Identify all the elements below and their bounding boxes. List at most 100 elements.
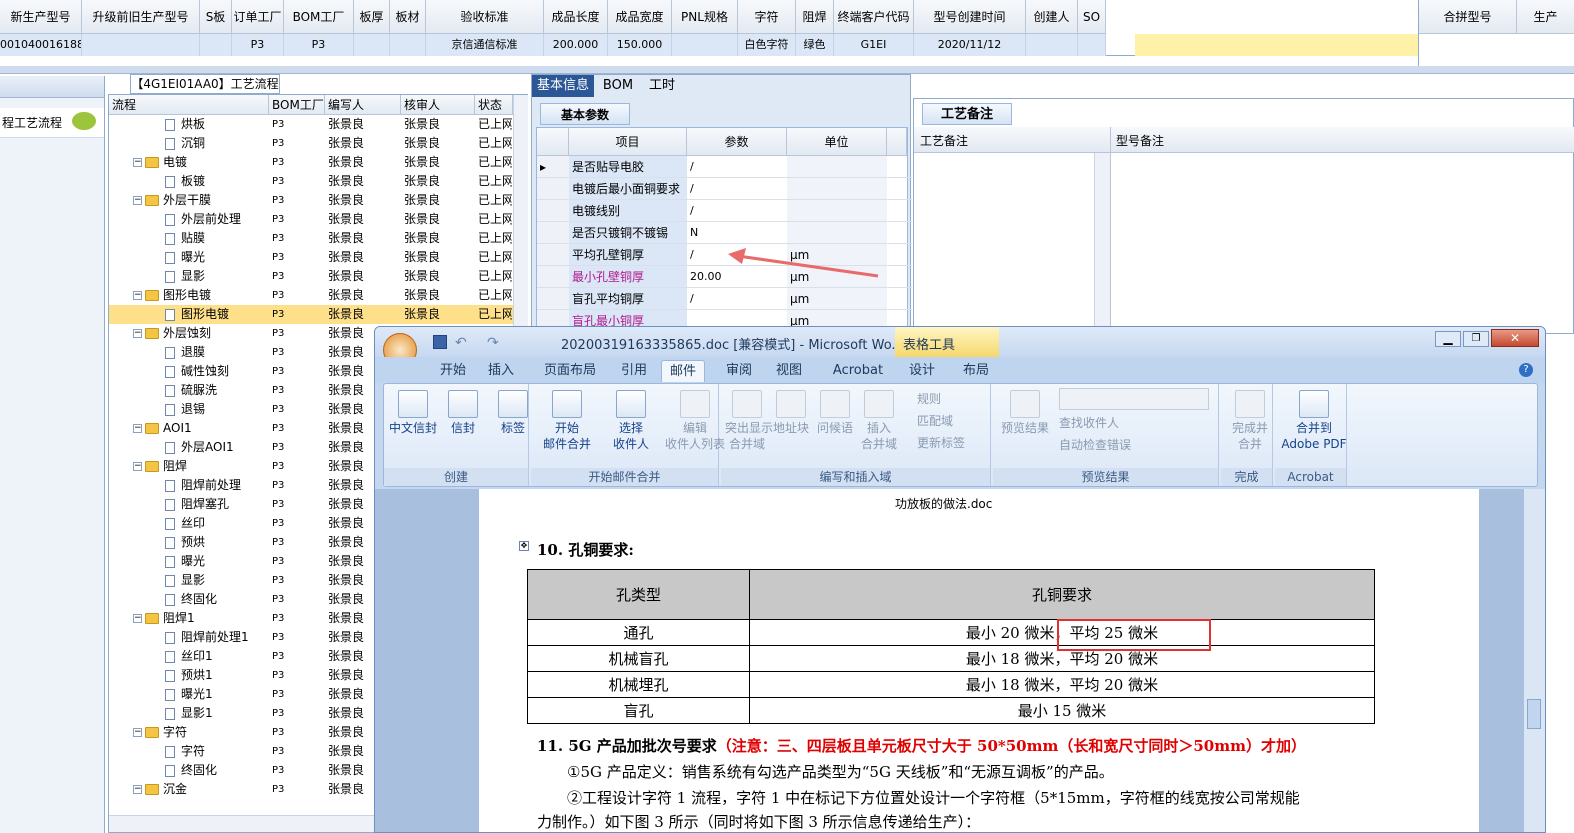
word-titlebar[interactable]: ↶ ↷ 20200319163335865.doc [兼容模式] - Micro…	[375, 327, 1545, 367]
grid-cell[interactable]: 绿色	[796, 34, 834, 56]
ribbon-button[interactable]: 地址块	[769, 390, 813, 436]
grid-header[interactable]: 阻焊	[796, 0, 834, 34]
param-value[interactable]: /	[687, 156, 787, 178]
ribbon-button[interactable]: 问候语	[813, 390, 857, 436]
collapse-icon[interactable]: −	[133, 614, 142, 623]
tree-node[interactable]: 贴膜	[165, 229, 267, 248]
splitter[interactable]	[0, 66, 1574, 74]
grid-cell[interactable]	[1026, 34, 1078, 56]
tree-row[interactable]: 贴膜 P3 张景良 张景良 已上网	[109, 229, 513, 248]
tree-row[interactable]: 沉铜 P3 张景良 张景良 已上网	[109, 134, 513, 153]
grid-header[interactable]: 板厚	[354, 0, 390, 34]
grid-header[interactable]: 成品宽度	[608, 0, 672, 34]
tree-node[interactable]: 阻焊前处理	[165, 476, 267, 495]
tree-node[interactable]: 字符	[165, 742, 267, 761]
tree-node[interactable]: 碱性蚀刻	[165, 362, 267, 381]
collapse-icon[interactable]: −	[133, 462, 142, 471]
grid-cell[interactable]: 京信通信标准	[426, 34, 544, 56]
grid-header[interactable]: 验收标准	[426, 0, 544, 34]
grid-cell[interactable]: P3	[232, 34, 284, 56]
document-scrollbar[interactable]	[1523, 489, 1545, 832]
tree-row[interactable]: 板镀 P3 张景良 张景良 已上网	[109, 172, 513, 191]
tree-row[interactable]: 显影 P3 张景良 张景良 已上网	[109, 267, 513, 286]
ribbon-button[interactable]: 编辑 收件人列表	[663, 390, 727, 452]
grid-header[interactable]: 创建人	[1026, 0, 1078, 34]
ribbon-button[interactable]: 开始 邮件合并	[535, 390, 599, 452]
collapse-icon[interactable]: −	[133, 728, 142, 737]
param-row[interactable]: ▸ 是否贴导电胶 /	[537, 156, 912, 178]
grid-cell[interactable]	[390, 34, 426, 56]
tree-node[interactable]: 退锡	[165, 400, 267, 419]
remarks-scrollbar[interactable]	[1094, 153, 1110, 333]
ribbon-button[interactable]: 突出显示 合并域	[725, 390, 773, 452]
col-status[interactable]: 状态	[475, 95, 513, 115]
tab-process-remarks[interactable]: 工艺备注	[922, 103, 1012, 125]
ribbon-tab[interactable]: 插入	[483, 360, 519, 382]
tree-node[interactable]: 曝光	[165, 248, 267, 267]
ribbon-tab[interactable]: 布局	[957, 360, 995, 382]
tree-node[interactable]: 显影	[165, 571, 267, 590]
tab-basic-params[interactable]: 基本参数	[540, 103, 630, 125]
tree-row[interactable]: 外层前处理 P3 张景良 张景良 已上网	[109, 210, 513, 229]
tab-worktime[interactable]: 工时	[642, 75, 682, 97]
grid-cell[interactable]	[82, 34, 200, 56]
param-row[interactable]: 是否只镀铜不镀锡 N	[537, 222, 912, 244]
tree-node[interactable]: 沉铜	[165, 134, 267, 153]
grid-cell[interactable]: 白色字符	[738, 34, 796, 56]
tree-node[interactable]: 图形电镀	[165, 305, 267, 324]
grid-header[interactable]: 型号创建时间	[914, 0, 1026, 34]
tree-node[interactable]: 阻焊前处理1	[165, 628, 267, 647]
tree-node[interactable]: 曝光	[165, 552, 267, 571]
tree-node[interactable]: − 阻焊	[133, 457, 267, 476]
tree-node[interactable]: − 外层蚀刻	[133, 324, 267, 343]
tree-node[interactable]: − 电镀	[133, 153, 267, 172]
tree-node[interactable]: − 图形电镀	[133, 286, 267, 305]
grid-header[interactable]: 订单工厂	[232, 0, 284, 34]
grid-header[interactable]: 板材	[390, 0, 426, 34]
document-page[interactable]: 功放板的做法.doc ✥ 10. 孔铜要求: 孔类型 孔铜要求 通孔 最小 20 …	[479, 489, 1479, 832]
grid-cell[interactable]: 150.000	[608, 34, 672, 56]
ribbon-button[interactable]: 中文信封	[388, 390, 438, 436]
ribbon-small-button[interactable]: 查找收件人	[1059, 414, 1119, 431]
ribbon-tab[interactable]: 视图	[771, 360, 807, 382]
grid-cell[interactable]	[354, 34, 390, 56]
ribbon-tab[interactable]: 审阅	[721, 360, 757, 382]
tree-node[interactable]: 外层AOI1	[165, 438, 267, 457]
grid-cell[interactable]: 2020/11/12	[914, 34, 1026, 56]
grid-header[interactable]: 成品长度	[544, 0, 608, 34]
grid-cell[interactable]: 200.000	[544, 34, 608, 56]
ribbon-tab[interactable]: 引用	[615, 360, 653, 382]
param-row[interactable]: 电镀后最小面铜要求 /	[537, 178, 912, 200]
col-item[interactable]: 项目	[569, 128, 687, 156]
ribbon-small-button[interactable]: 匹配域	[917, 412, 953, 429]
ribbon-small-button[interactable]: 规则	[917, 390, 941, 407]
tree-node[interactable]: 阻焊塞孔	[165, 495, 267, 514]
param-value[interactable]: /	[687, 200, 787, 222]
grid-header[interactable]: SO	[1078, 0, 1106, 34]
grid-cell[interactable]: 0010400161889	[0, 34, 82, 56]
grid-header[interactable]: 新生产型号	[0, 0, 82, 34]
col-bom[interactable]: BOM工厂	[269, 95, 325, 115]
redo-icon[interactable]: ↷	[487, 335, 499, 351]
tree-node[interactable]: 曝光1	[165, 685, 267, 704]
ribbon-button[interactable]: 预览结果	[997, 390, 1053, 436]
collapse-icon[interactable]: −	[133, 785, 142, 794]
col-unit[interactable]: 单位	[787, 128, 887, 156]
tree-node[interactable]: − 沉金	[133, 780, 267, 799]
tree-node[interactable]: 显影1	[165, 704, 267, 723]
grid-header[interactable]: S板	[200, 0, 232, 34]
grid-header[interactable]: PNL规格	[672, 0, 738, 34]
tree-node[interactable]: 终固化	[165, 761, 267, 780]
ribbon-small-button[interactable]: 自动检查错误	[1059, 436, 1131, 453]
param-row[interactable]: 电镀线别 /	[537, 200, 912, 222]
grid-header[interactable]: BOM工厂	[284, 0, 354, 34]
ribbon-button[interactable]: 插入 合并域	[857, 390, 901, 452]
col-writer[interactable]: 编写人	[325, 95, 401, 115]
param-value[interactable]: /	[687, 178, 787, 200]
param-value[interactable]: /	[687, 288, 787, 310]
tree-node[interactable]: 丝印1	[165, 647, 267, 666]
col-param[interactable]: 参数	[687, 128, 787, 156]
grid-header[interactable]: 升级前旧生产型号	[82, 0, 200, 34]
tree-row[interactable]: 烘板 P3 张景良 张景良 已上网	[109, 115, 513, 134]
close-icon[interactable]: ✕	[1491, 329, 1539, 347]
